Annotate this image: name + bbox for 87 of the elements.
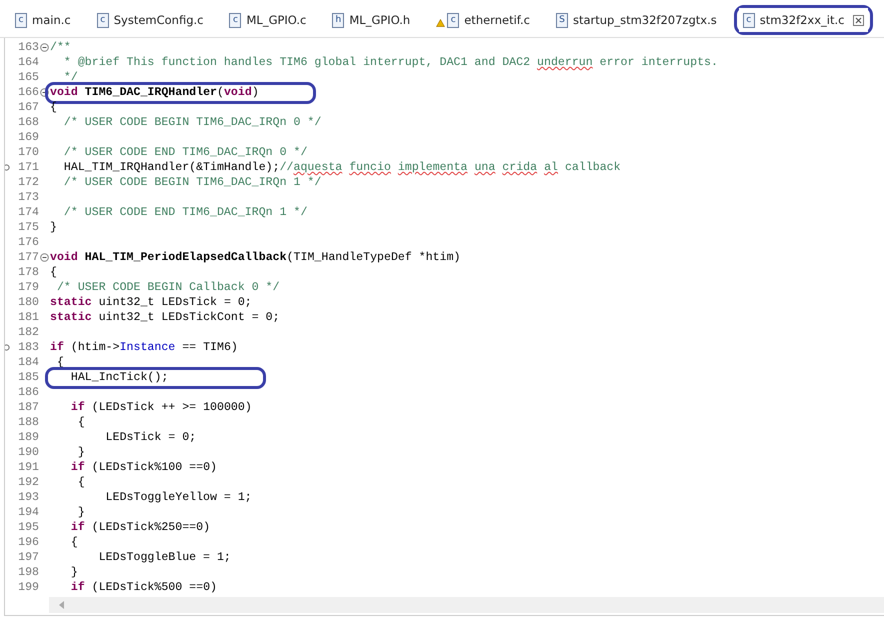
file-icon: c — [15, 12, 27, 28]
file-icon: c — [229, 12, 242, 28]
line-number: 194 — [17, 505, 39, 520]
code-line: void HAL_TIM_PeriodElapsedCallback(TIM_HandleTypeDef *htim) — [50, 251, 461, 264]
file-tab[interactable]: S startup_stm32f207zgtx.s — [552, 8, 721, 32]
code-line: /* USER CODE END TIM6_DAC_IRQn 0 */ — [62, 146, 308, 159]
close-icon[interactable] — [853, 14, 864, 26]
line-number: 163 — [17, 40, 39, 55]
code-line: HAL_TIM_IRQHandler(&TimHandle);//aquesta funcio implementa una crida al callback — [62, 161, 621, 174]
file-icon: h — [332, 12, 344, 28]
line-number: 192 — [17, 475, 39, 490]
code-line: if (LEDsTick ++ >= 100000) — [70, 401, 252, 414]
line-number: 186 — [17, 385, 39, 400]
line-number: 185 — [17, 370, 39, 385]
code-line: */ — [62, 71, 78, 84]
file-icon: S — [556, 12, 568, 28]
line-number: 165 — [17, 70, 39, 85]
horizontal-scrollbar[interactable] — [49, 597, 884, 613]
code-line: /** — [50, 41, 71, 54]
line-number: 169 — [17, 130, 39, 145]
line-number: 198 — [17, 565, 39, 580]
code-line: if (LEDsTick%500 ==0) — [70, 581, 217, 594]
line-number: 175 — [17, 220, 39, 235]
line-number: 195 — [17, 520, 39, 535]
code-line: } — [76, 446, 85, 459]
line-number: 176 — [17, 235, 39, 250]
code-line: { — [76, 416, 85, 429]
code-line: { — [70, 536, 78, 549]
code-line: { — [50, 101, 57, 114]
code-line: { — [50, 266, 57, 279]
code-line: if (LEDsTick%100 ==0) — [70, 461, 217, 474]
code-line: } — [70, 566, 78, 579]
code-line: LEDsTick = 0; — [104, 431, 196, 444]
collapse-icon[interactable] — [40, 253, 49, 262]
code-line: HAL_IncTick(); — [70, 371, 168, 384]
file-icon: c — [742, 12, 755, 28]
line-number: 190 — [17, 445, 39, 460]
code-line: if (htim->Instance == TIM6) — [50, 341, 238, 354]
line-number: 188 — [17, 415, 39, 430]
line-number: 172 — [17, 175, 39, 190]
line-number: 164 — [17, 55, 39, 70]
line-number: 196 — [17, 535, 39, 550]
file-tab[interactable]: c main.c — [11, 8, 75, 32]
line-number: 167 — [17, 100, 39, 115]
line-number: 199 — [17, 580, 39, 595]
line-number: 191 — [17, 460, 39, 475]
file-tab[interactable]: h ML_GPIO.h — [328, 8, 414, 32]
line-number: 189 — [17, 430, 39, 445]
line-number: 187 — [17, 400, 39, 415]
code-line: /* USER CODE END TIM6_DAC_IRQn 1 */ — [62, 206, 308, 219]
line-number: 183 — [17, 340, 39, 355]
code-line: } — [76, 506, 85, 519]
line-number: 170 — [17, 145, 39, 160]
line-number: 177 — [17, 250, 39, 265]
collapse-icon[interactable] — [40, 88, 49, 97]
file-icon: c — [96, 12, 109, 28]
file-tab[interactable]: c ethernetif.c — [432, 8, 534, 32]
code-line: void TIM6_DAC_IRQHandler(void) — [50, 86, 259, 99]
code-line: { — [76, 476, 85, 489]
code-line: LEDsToggleBlue = 1; — [98, 551, 231, 564]
line-number: 179 — [17, 280, 39, 295]
code-line: } — [50, 221, 57, 234]
line-number: 173 — [17, 190, 39, 205]
code-line: LEDsToggleYellow = 1; — [104, 491, 252, 504]
line-number: 193 — [17, 490, 39, 505]
code-line: * @brief This function handles TIM6 global interrupt, DAC1 and DAC2 underrun error interrupts. — [62, 56, 718, 69]
file-icon: c — [447, 12, 460, 28]
collapse-icon[interactable] — [40, 43, 49, 52]
line-number: 181 — [17, 310, 39, 325]
line-number: 168 — [17, 115, 39, 130]
line-number: 171 — [17, 160, 39, 175]
file-tab[interactable]: c SystemConfig.c — [92, 8, 208, 32]
line-number: 182 — [17, 325, 39, 340]
code-line: static uint32_t LEDsTickCont = 0; — [50, 311, 280, 324]
line-number: 178 — [17, 265, 39, 280]
line-number: 184 — [17, 355, 39, 370]
code-line: /* USER CODE BEGIN TIM6_DAC_IRQn 1 */ — [62, 176, 322, 189]
code-line: /* USER CODE BEGIN Callback 0 */ — [56, 281, 280, 294]
line-number: 180 — [17, 295, 39, 310]
line-number: 197 — [17, 550, 39, 565]
code-line: static uint32_t LEDsTick = 0; — [50, 296, 252, 309]
code-line: /* USER CODE BEGIN TIM6_DAC_IRQn 0 */ — [62, 116, 322, 129]
line-number: 166 — [17, 85, 39, 100]
file-tab[interactable]: c stm32f2xx_it.c — [738, 8, 868, 32]
file-tab[interactable]: c ML_GPIO.c — [225, 8, 310, 32]
code-line: if (LEDsTick%250==0) — [70, 521, 210, 534]
line-number: 174 — [17, 205, 39, 220]
